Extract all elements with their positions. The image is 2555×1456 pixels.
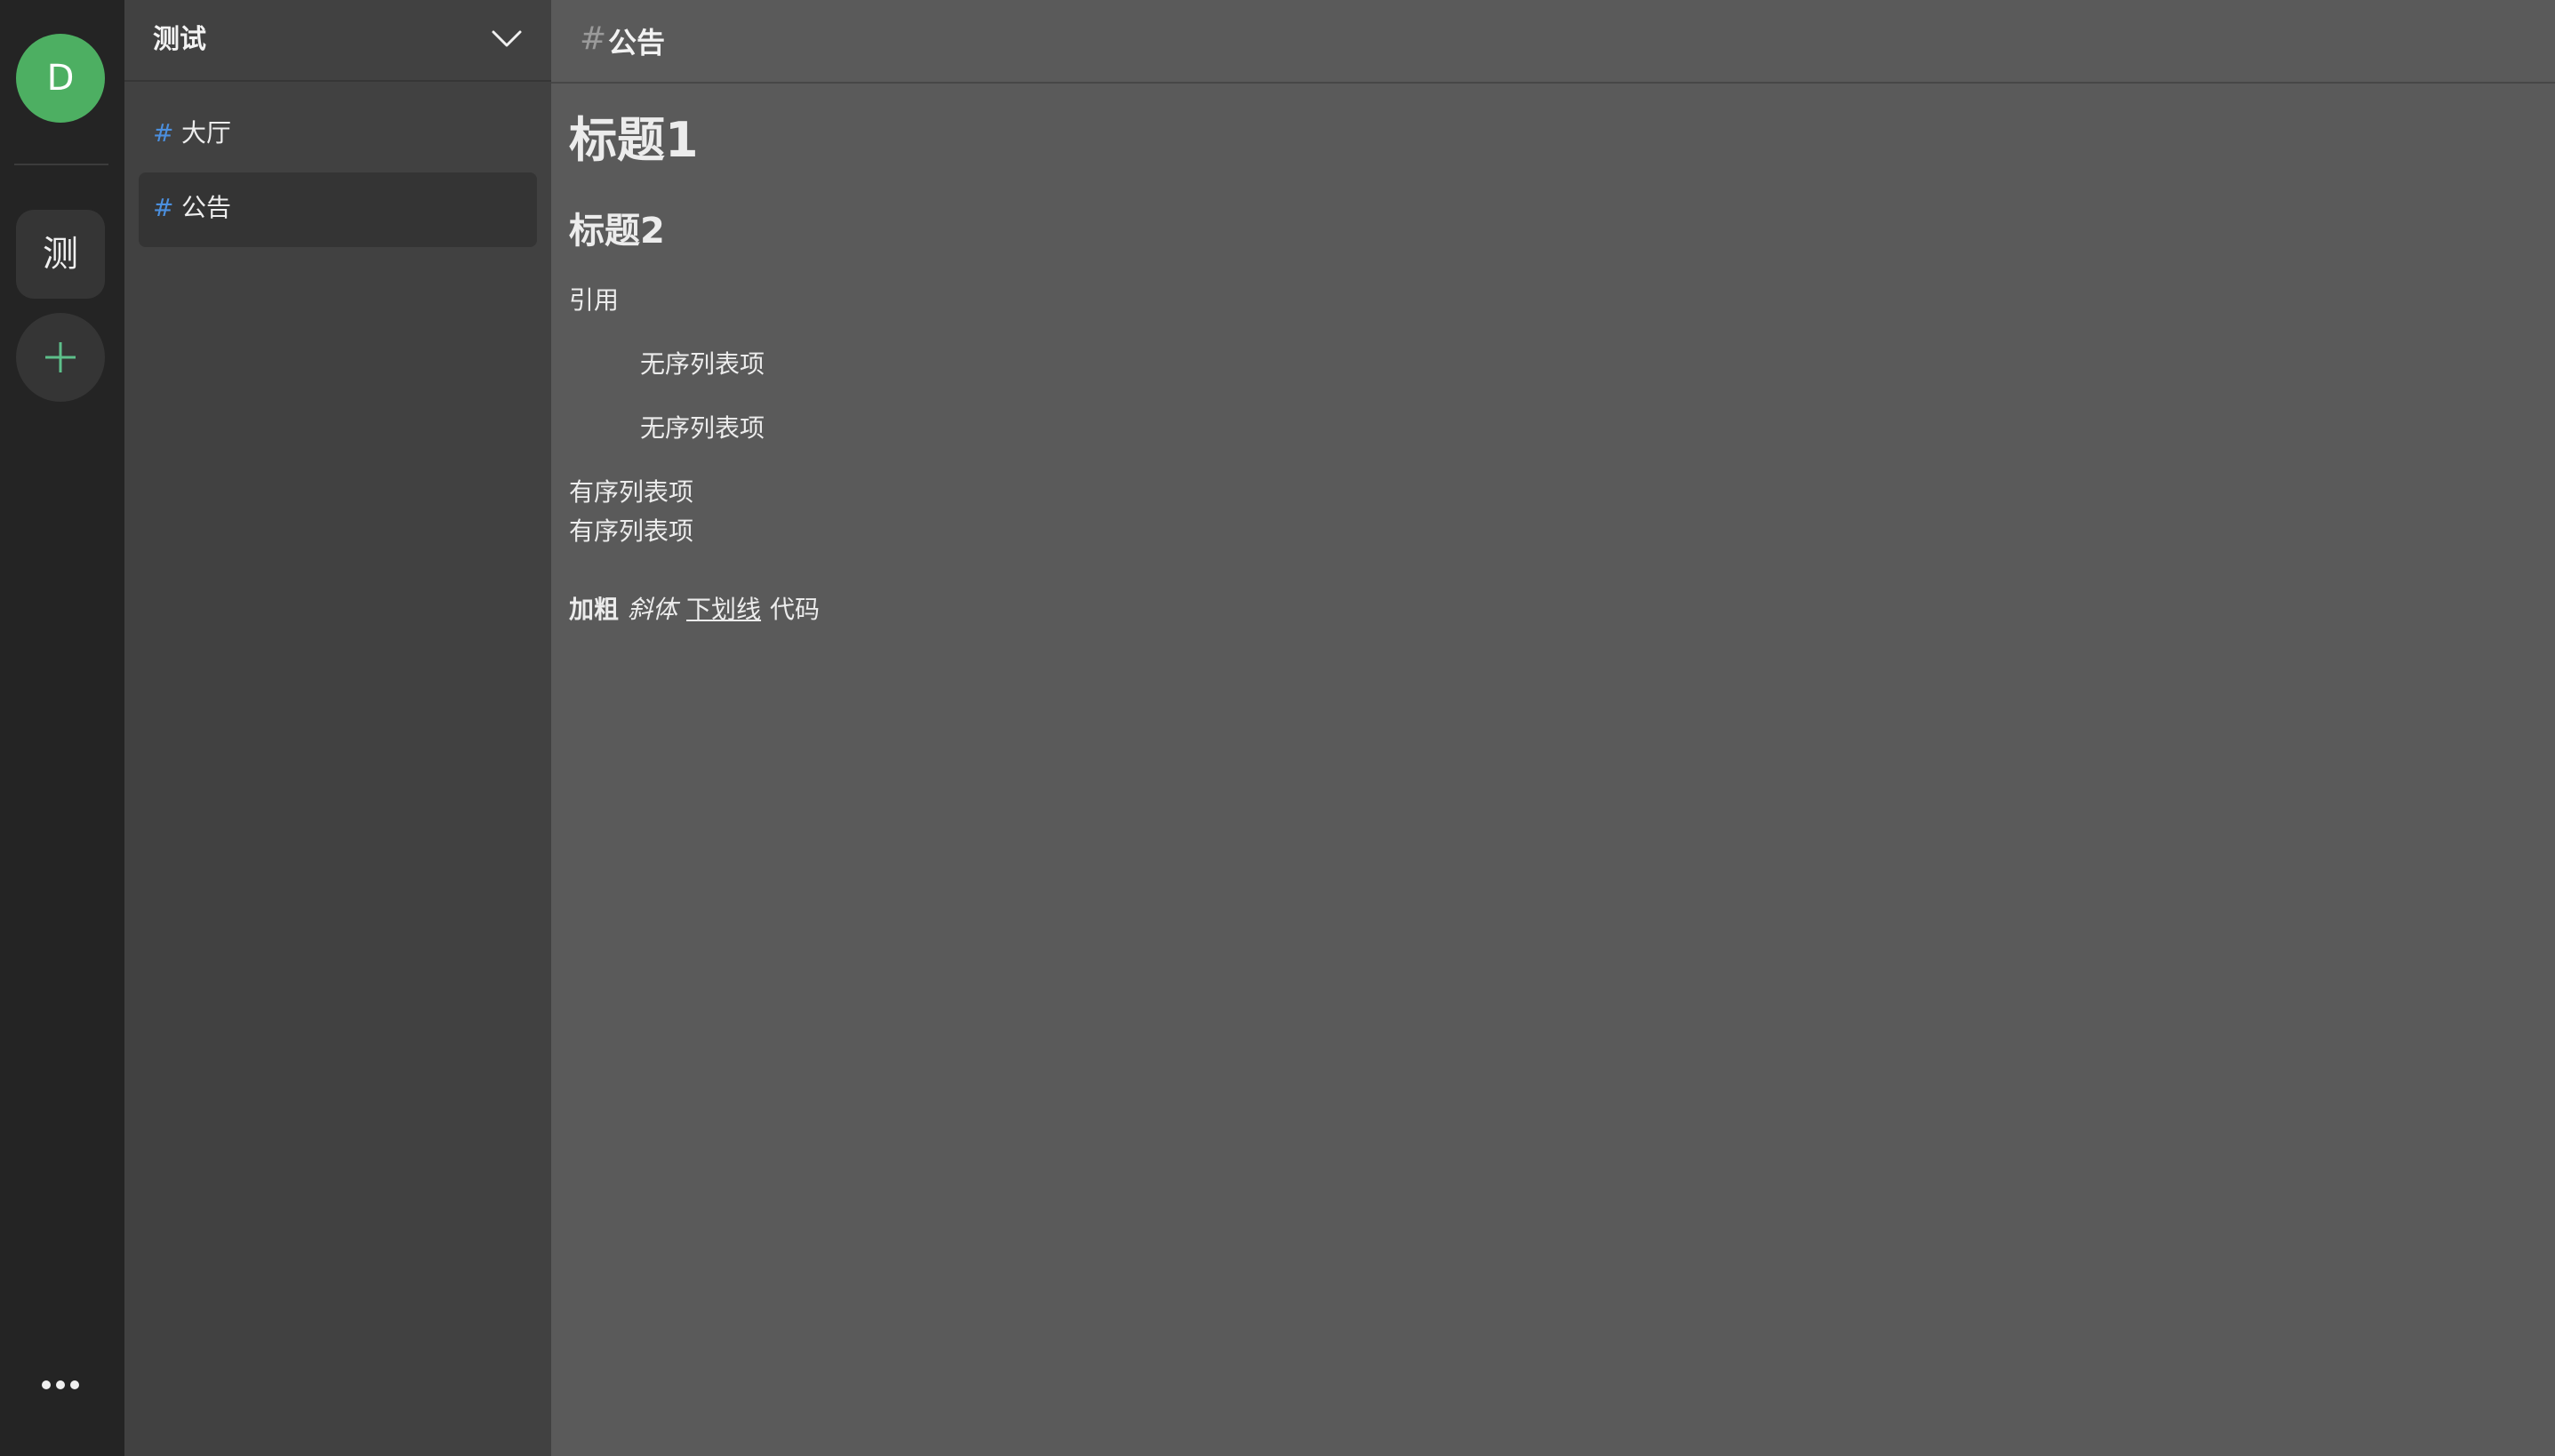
hash-icon: # (580, 20, 607, 57)
channel-item-announcements[interactable]: # 公告 (139, 172, 537, 247)
channel-label: 大厅 (181, 118, 232, 148)
more-options-button[interactable] (32, 1371, 89, 1399)
ellipsis-icon (42, 1380, 79, 1389)
unordered-list-item: 无序列表项 (640, 413, 765, 443)
heading-1: 标题1 (569, 112, 699, 168)
server-header[interactable]: 测试 (124, 0, 551, 82)
server-name: 测试 (153, 24, 206, 55)
hash-icon: # (153, 118, 174, 148)
bold-text: 加粗 (569, 595, 620, 624)
channel-title: 公告 (608, 26, 666, 60)
add-server-button[interactable] (16, 313, 105, 402)
underline-text: 下划线 (686, 595, 762, 624)
server-rail: D 测 (0, 0, 124, 1456)
unordered-list-item: 无序列表项 (640, 349, 765, 379)
heading-2: 标题2 (569, 211, 665, 252)
ordered-list-item: 有序列表项 (569, 477, 694, 507)
code-text: 代码 (770, 595, 821, 624)
channel-item-lobby[interactable]: # 大厅 (139, 98, 537, 172)
hash-icon: # (153, 193, 174, 222)
user-avatar[interactable]: D (16, 34, 105, 123)
server-tile-test[interactable]: 测 (16, 210, 105, 299)
rail-divider (14, 164, 108, 165)
channel-header: # 公告 (551, 0, 2555, 84)
italic-text: 斜体 (628, 595, 678, 624)
formatting-line: 加粗 斜体 下划线 代码 (569, 592, 820, 628)
channel-label: 公告 (181, 193, 232, 222)
ordered-list-item: 有序列表项 (569, 516, 694, 546)
blockquote: 引用 (569, 285, 620, 315)
channel-sidebar: 测试 # 大厅 # 公告 (124, 0, 551, 1456)
main-panel: # 公告 标题1 标题2 引用 无序列表项 无序列表项 有序列表项 有序列表项 … (551, 0, 2555, 1456)
app-window: D 测 测试 # 大厅 # 公告 # 公告 标题1 标题2 引用 无序列表项 无… (0, 0, 2555, 1456)
plus-icon (45, 342, 76, 372)
chevron-down-icon[interactable] (491, 27, 523, 52)
